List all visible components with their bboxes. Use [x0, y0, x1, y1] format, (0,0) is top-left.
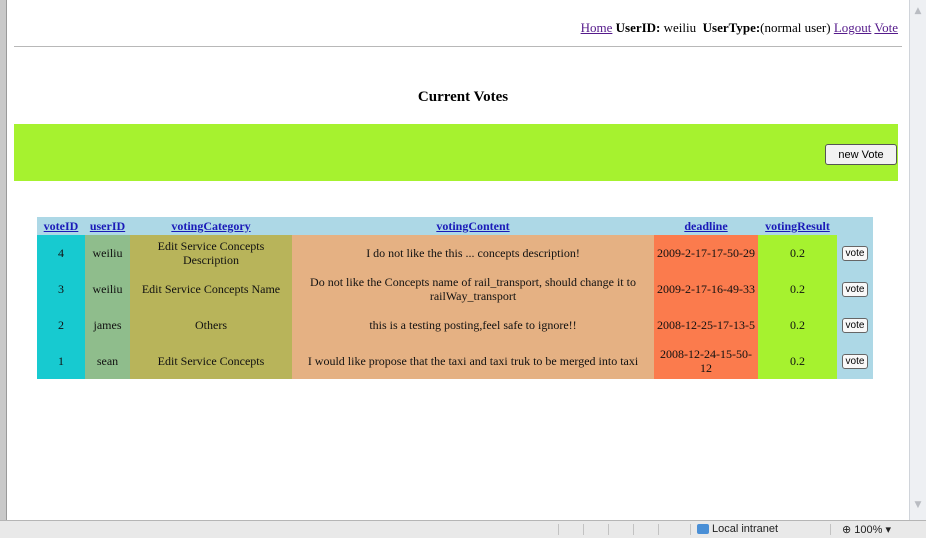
vote-button[interactable]: vote [841, 282, 869, 297]
status-divider [830, 524, 831, 535]
cell-action: vote [837, 343, 873, 379]
cell-votingcontent: I would like propose that the taxi and t… [292, 343, 654, 379]
status-divider [633, 524, 634, 535]
usertype-value: (normal user) [760, 20, 831, 35]
vote-link[interactable]: Vote [874, 20, 898, 35]
table-row: 4 weiliu Edit Service Concepts Descripti… [37, 235, 873, 271]
status-divider [690, 524, 691, 535]
security-zone-label: Local intranet [712, 523, 779, 535]
table-row: 3 weiliu Edit Service Concepts Name Do n… [37, 271, 873, 307]
window-left-edge [0, 0, 7, 520]
usertype-label: UserType: [702, 20, 761, 35]
browser-status-bar: Local intranet ⊕ 100% ▾ [0, 520, 926, 538]
column-header-userid[interactable]: userID [85, 217, 130, 235]
chevron-down-icon[interactable]: ▾ [885, 524, 891, 536]
cell-deadline: 2009-2-17-16-49-33 [654, 271, 758, 307]
column-header-deadline[interactable]: deadline [654, 217, 758, 235]
table-header-row: voteID userID votingCategory votingConte… [37, 217, 873, 235]
home-link[interactable]: Home [581, 20, 613, 35]
userid-value: weiliu [663, 20, 697, 35]
column-header-votingresult[interactable]: votingResult [758, 217, 837, 235]
cell-voteid: 2 [37, 307, 85, 343]
status-divider [608, 524, 609, 535]
cell-votingcontent: Do not like the Concepts name of rail_tr… [292, 271, 654, 307]
status-divider [583, 524, 584, 535]
table-row: 1 sean Edit Service Concepts I would lik… [37, 343, 873, 379]
zoom-level: 100% [854, 524, 883, 536]
top-navigation: Home UserID: weiliu UserType:(normal use… [581, 20, 898, 36]
cell-votingcategory: Edit Service Concepts Description [130, 235, 292, 271]
cell-voteid: 3 [37, 271, 85, 307]
sort-votingresult-link[interactable]: votingResult [765, 219, 830, 233]
new-vote-button[interactable]: new Vote [825, 144, 897, 165]
security-zone[interactable]: Local intranet [697, 523, 778, 535]
cell-userid: james [85, 307, 130, 343]
cell-action: vote [837, 307, 873, 343]
userid-label: UserID: [615, 20, 661, 35]
status-divider [658, 524, 659, 535]
column-header-votingcontent[interactable]: votingContent [292, 217, 654, 235]
cell-votingcontent: this is a testing posting,feel safe to i… [292, 307, 654, 343]
zoom-control[interactable]: ⊕ 100% ▾ [842, 523, 891, 536]
cell-deadline: 2008-12-25-17-13-5 [654, 307, 758, 343]
cell-votingresult: 0.2 [758, 271, 837, 307]
column-header-voteid[interactable]: voteID [37, 217, 85, 235]
cell-deadline: 2009-2-17-17-50-29 [654, 235, 758, 271]
cell-action: vote [837, 235, 873, 271]
vertical-scrollbar[interactable]: ▲ ▼ [909, 0, 926, 520]
cell-votingcategory: Edit Service Concepts Name [130, 271, 292, 307]
cell-voteid: 4 [37, 235, 85, 271]
header-divider [14, 46, 902, 47]
sort-voteid-link[interactable]: voteID [44, 219, 79, 233]
column-header-votingcategory[interactable]: votingCategory [130, 217, 292, 235]
cell-userid: weiliu [85, 271, 130, 307]
cell-voteid: 1 [37, 343, 85, 379]
cell-votingresult: 0.2 [758, 307, 837, 343]
votes-table: voteID userID votingCategory votingConte… [37, 217, 873, 379]
cell-votingcategory: Edit Service Concepts [130, 343, 292, 379]
sort-votingcategory-link[interactable]: votingCategory [171, 219, 250, 233]
table-row: 2 james Others this is a testing posting… [37, 307, 873, 343]
column-header-action [837, 217, 873, 235]
cell-votingresult: 0.2 [758, 343, 837, 379]
action-banner [14, 124, 898, 181]
vote-button[interactable]: vote [841, 354, 869, 369]
sort-votingcontent-link[interactable]: votingContent [436, 219, 509, 233]
status-divider [558, 524, 559, 535]
cell-deadline: 2008-12-24-15-50-12 [654, 343, 758, 379]
cell-userid: weiliu [85, 235, 130, 271]
cell-votingresult: 0.2 [758, 235, 837, 271]
page-title: Current Votes [417, 89, 509, 105]
vote-button[interactable]: vote [841, 246, 869, 261]
sort-deadline-link[interactable]: deadline [684, 219, 727, 233]
cell-votingcontent: I do not like the this ... concepts desc… [292, 235, 654, 271]
intranet-globe-icon [697, 524, 709, 535]
cell-userid: sean [85, 343, 130, 379]
cell-action: vote [837, 271, 873, 307]
magnifier-icon: ⊕ [842, 524, 852, 536]
scroll-up-arrow-icon[interactable]: ▲ [912, 6, 924, 20]
scroll-down-arrow-icon[interactable]: ▼ [912, 500, 924, 514]
logout-link[interactable]: Logout [834, 20, 872, 35]
vote-button[interactable]: vote [841, 318, 869, 333]
sort-userid-link[interactable]: userID [90, 219, 125, 233]
browser-viewport: Home UserID: weiliu UserType:(normal use… [0, 0, 926, 537]
cell-votingcategory: Others [130, 307, 292, 343]
